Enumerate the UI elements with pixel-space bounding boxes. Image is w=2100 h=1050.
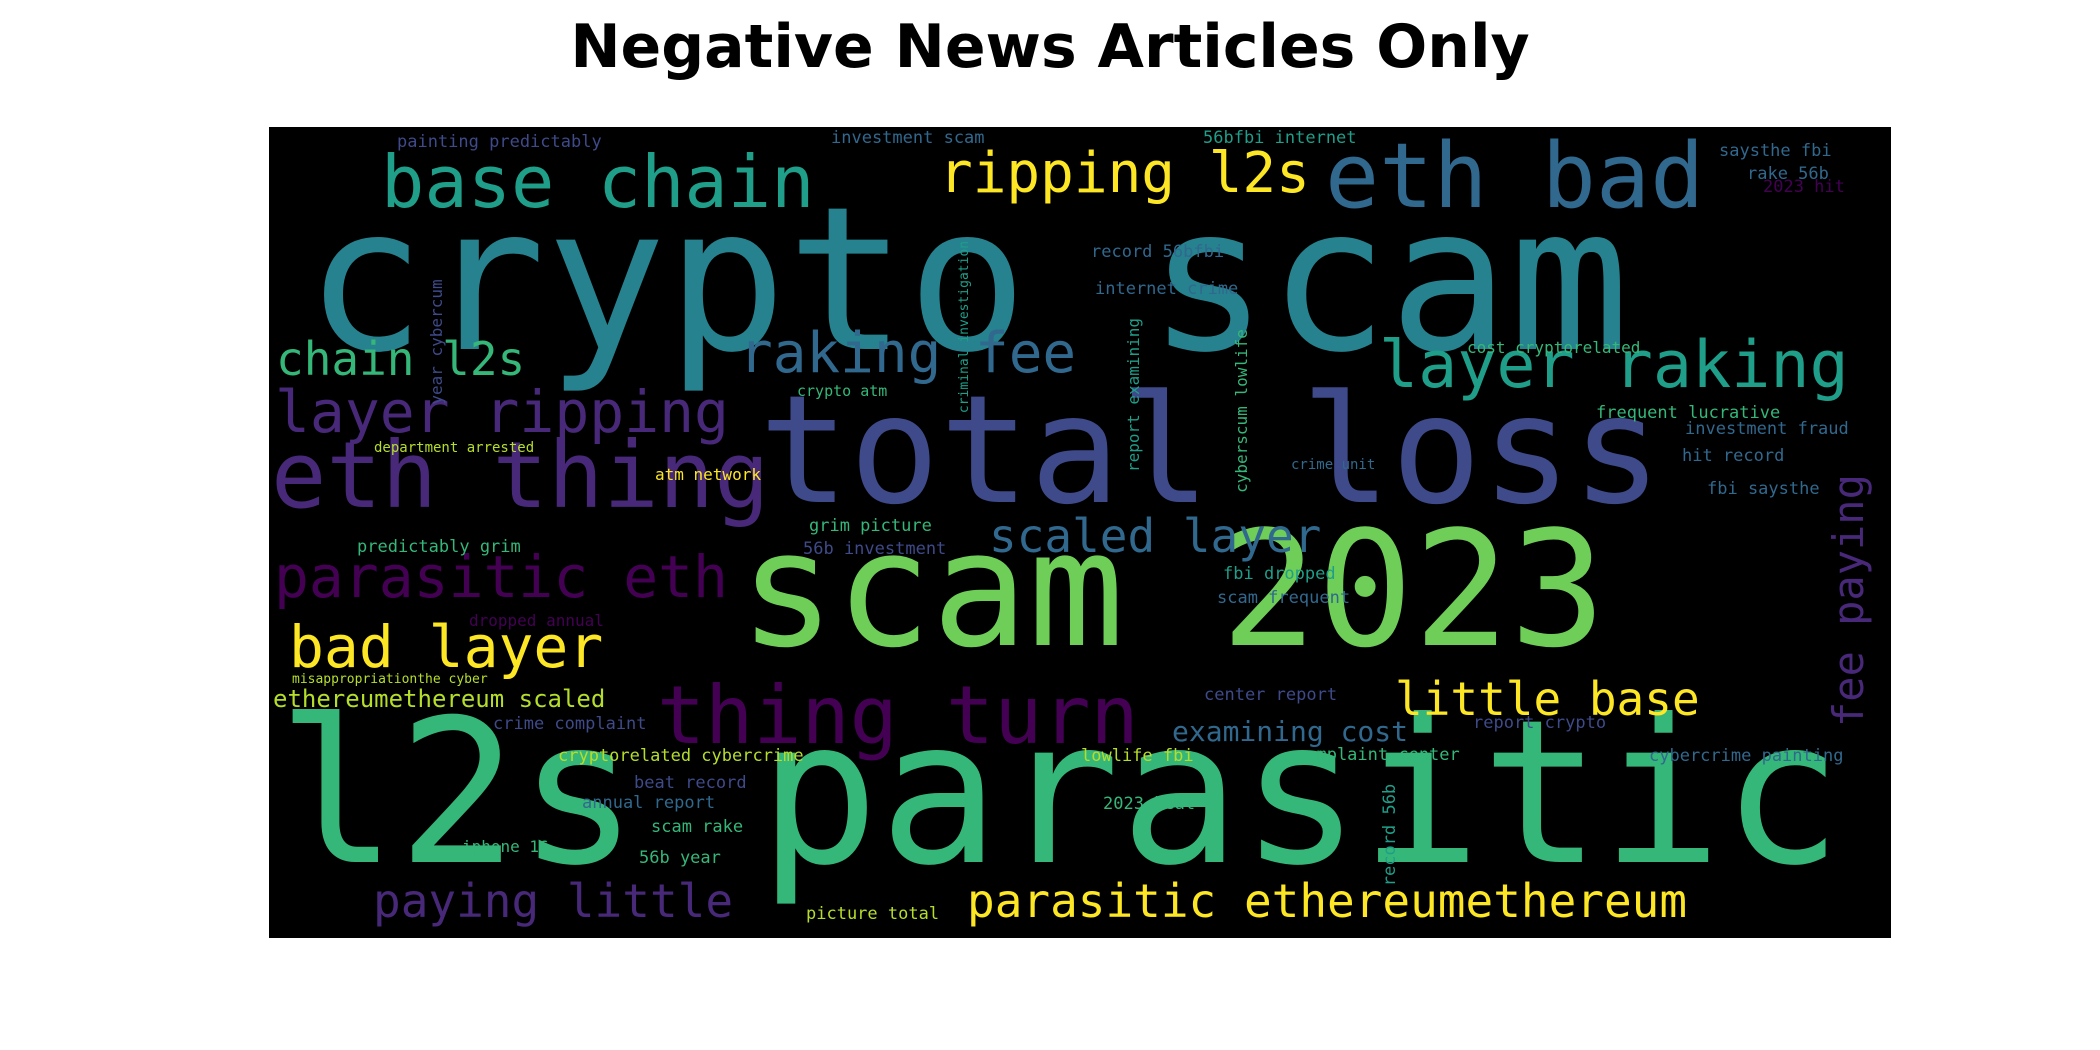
word-hit-record: hit record [1682,446,1784,466]
word-fee-paying: fee paying [1824,474,1873,727]
word-saysthe-fbi: saysthe fbi [1719,141,1832,161]
word-raking-fee: raking fee [739,321,1076,386]
word-painting-predictably: painting predictably [397,132,602,152]
word-picture-total: picture total [806,904,939,924]
word-beat-record: beat record [634,773,747,793]
word-iphone-16: iphone 16 [462,837,549,856]
word-paying-little: paying little [373,874,733,928]
word-cybercrime-painting: cybercrime painting [1649,746,1843,766]
word-criminal-investigation: criminal investigation [957,241,972,413]
word-base-chain: base chain [381,140,814,224]
word-annual-report: annual report [582,793,715,813]
word-internet-crime: internet crime [1095,279,1238,299]
word-fbi-dropped: fbi dropped [1223,564,1336,584]
word-cyberscum-lowlife: cyberscum lowlife [1232,329,1251,493]
word-investment-scam: investment scam [831,128,985,148]
word-56bfbi-internet: 56bfbi internet [1203,128,1357,148]
word-crime-complaint: crime complaint [493,714,647,734]
word-examining-cost: examining cost [1172,715,1408,748]
word-ethereumethereum-scaled: ethereumethereum scaled [273,685,605,713]
word-predictably-grim: predictably grim [357,537,521,557]
word-eth-bad: eth bad [1325,127,1704,229]
word-ripping-l2s: ripping l2s [939,141,1310,206]
word-report-crypto: report crypto [1473,713,1606,733]
word-grim-picture: grim picture [809,516,932,536]
page-title: Negative News Articles Only [570,12,1530,82]
word-2023-beat: 2023 beat [1103,794,1195,814]
word-parasitic-ethereumethereum: parasitic ethereumethereum [967,874,1687,928]
word-investment-fraud: investment fraud [1685,419,1849,439]
word-2023-hit: 2023 hit [1763,177,1845,197]
word-year-cybercum: year cybercum [427,279,446,404]
word-fbi-saysthe: fbi saysthe [1707,479,1820,499]
word-cost-cryptorelated: cost cryptorelated [1467,338,1640,357]
word-crypto-atm: crypto atm [797,382,887,400]
word-center-report: center report [1204,685,1337,705]
word-misappropriationthe-cyber: misappropriationthe cyber [292,672,488,687]
word-atm-network: atm network [655,465,761,484]
word-56b-investment: 56b investment [803,539,946,559]
word-scam-frequent: scam frequent [1217,588,1350,608]
word-scam-rake: scam rake [651,817,743,837]
word-scaled-layer: scaled layer [989,509,1321,563]
word-record-56b: record 56b [1380,784,1400,886]
word-department-arrested: department arrested [374,440,534,456]
word-cloud: crypto scam total loss scam 2023 l2s parasi… [269,127,1891,938]
word-cloud-svg: crypto scamtotal lossscam 2023l2s parasi… [271,127,1873,928]
word-56b-year: 56b year [639,848,721,868]
word-record-56bfbi: record 56bfbi [1091,242,1224,262]
word-lowlife-fbi: lowlife fbi [1081,746,1194,766]
word-complaint-center: complaint center [1296,745,1460,765]
word-cryptorelated-cybercrime: cryptorelated cybercrime [558,746,804,766]
word-report-examining: report examining [1124,318,1143,472]
word-dropped-annual: dropped annual [469,611,604,630]
word-crime-unit: crime unit [1291,457,1375,473]
